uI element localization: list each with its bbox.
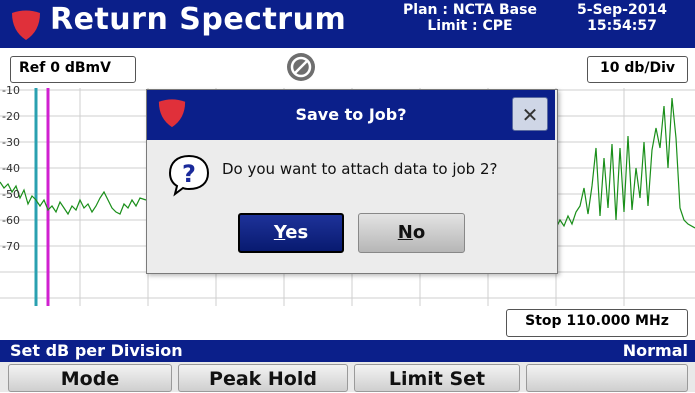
plan-name: Plan : NCTA Base [403, 2, 537, 18]
shield-logo-icon [12, 10, 40, 40]
no-button[interactable]: No [358, 213, 465, 253]
y-tick-label: -10 [2, 84, 20, 97]
no-hotkey: N [397, 222, 413, 243]
softkey-empty[interactable] [526, 364, 688, 392]
question-icon: ? [168, 154, 210, 197]
y-tick-label: -50 [2, 188, 20, 201]
limit-name: Limit : CPE [427, 18, 513, 34]
dialog-message: Do you want to attach data to job 2? [222, 160, 498, 178]
close-icon[interactable]: ✕ [512, 97, 548, 131]
ref-level-button[interactable]: Ref 0 dBmV [10, 56, 136, 83]
y-tick-label: -40 [2, 162, 20, 175]
yes-hotkey: Y [273, 222, 286, 243]
scale-button[interactable]: 10 db/Div [587, 56, 688, 83]
time: 15:54:57 [587, 18, 657, 34]
page-title: Return Spectrum [50, 2, 347, 37]
date: 5-Sep-2014 [577, 2, 667, 18]
spectrum-trace-right [555, 97, 695, 229]
spectrum-trace-left [0, 181, 147, 216]
y-tick-label: -20 [2, 110, 20, 123]
plan-info: Plan : NCTA Base Limit : CPE [400, 2, 540, 34]
status-message: Set dB per Division [10, 341, 183, 360]
no-sign-icon[interactable] [286, 52, 316, 82]
yes-button[interactable]: Yes [238, 213, 344, 253]
y-tick-label: -60 [2, 214, 20, 227]
yes-label: es [285, 222, 309, 243]
no-label: o [412, 222, 426, 243]
softkey-peak-hold[interactable]: Peak Hold [178, 364, 348, 392]
date-time: 5-Sep-2014 15:54:57 [562, 2, 682, 34]
y-tick-label: -70 [2, 240, 20, 253]
softkey-mode[interactable]: Mode [8, 364, 172, 392]
softkey-limit-set[interactable]: Limit Set [354, 364, 520, 392]
svg-text:?: ? [182, 160, 196, 188]
status-mode: Normal [622, 341, 688, 360]
dialog-title: Save to Job? [295, 105, 407, 124]
y-tick-label: -30 [2, 136, 20, 149]
stop-frequency-button[interactable]: Stop 110.000 MHz [506, 309, 688, 337]
